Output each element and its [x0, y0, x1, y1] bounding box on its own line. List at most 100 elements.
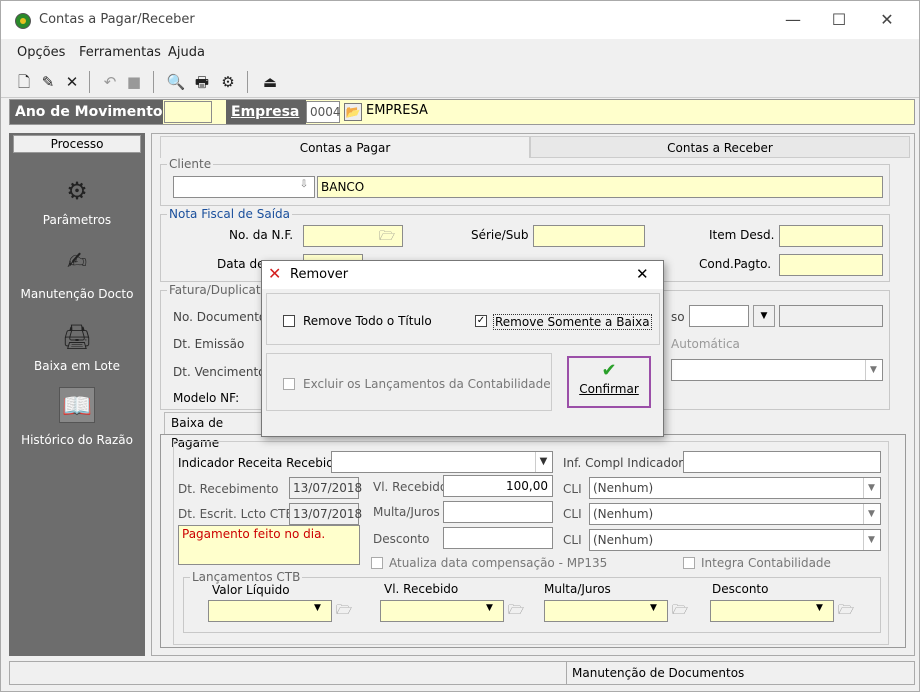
- confirm-button[interactable]: ✔ Confirmar: [567, 356, 651, 408]
- vl-recebido-col-label: Vl. Recebido: [384, 582, 459, 596]
- no-documento-label: No. Documento: [173, 310, 267, 324]
- edit-document-icon[interactable]: ✎: [37, 71, 59, 93]
- excluir-lancamentos-checkbox[interactable]: [283, 378, 295, 390]
- serie-sub-label: Série/Sub: [471, 228, 529, 242]
- chevron-down-icon[interactable]: ▼: [535, 452, 551, 472]
- toolbar-separator: [247, 71, 248, 93]
- multa-juros-input[interactable]: [443, 501, 553, 523]
- sidebar-item-manutencao[interactable]: ✍ Manutenção Docto: [9, 243, 145, 303]
- sidebar-item-label: Manutenção Docto: [20, 287, 134, 301]
- print-preview-icon[interactable]: 🔍: [165, 71, 187, 93]
- menu-bar: Opções Ferramentas Ajuda: [1, 39, 919, 65]
- data-saida-label: Data de: [217, 257, 265, 271]
- remove-baixa-checkbox[interactable]: ✓: [475, 315, 487, 327]
- maximize-button[interactable]: ☐: [819, 7, 859, 33]
- stop-icon[interactable]: ■: [123, 71, 145, 93]
- chevron-down-icon[interactable]: ▼: [816, 603, 823, 613]
- tab-contas-receber[interactable]: Contas a Receber: [530, 136, 910, 158]
- lancamentos-label: Lançamentos CTB: [190, 570, 303, 584]
- ano-movimento-label: Ano de Movimento: [10, 100, 163, 124]
- cli-select-1[interactable]: (Nenhum): [589, 477, 881, 499]
- menu-ferramentas[interactable]: Ferramentas: [79, 45, 161, 60]
- folder-icon[interactable]: 🗁: [672, 601, 688, 623]
- tab-baixa-pagamento[interactable]: Baixa de Pagame: [164, 412, 264, 450]
- folder-icon[interactable]: 🗁: [336, 601, 352, 623]
- dt-escrit-input[interactable]: 13/07/2018: [289, 503, 362, 525]
- remove-todo-checkbox[interactable]: [283, 315, 295, 327]
- close-button[interactable]: ✕: [867, 7, 907, 33]
- sidebar-item-baixa-lote[interactable]: 🖨 Baixa em Lote: [9, 319, 145, 379]
- chevron-down-icon[interactable]: ▼: [863, 478, 879, 498]
- dialog-options-group: Remove Todo o Título ✓ Remove Somente a …: [266, 293, 660, 345]
- observacao-textarea[interactable]: Pagamento feito no dia.: [178, 525, 360, 565]
- chevron-down-icon[interactable]: ▼: [863, 504, 879, 524]
- desconto-input[interactable]: [443, 527, 553, 549]
- cliente-code-select[interactable]: [173, 176, 315, 198]
- cli-select-2[interactable]: (Nenhum): [589, 503, 881, 525]
- print-icon[interactable]: 🖶: [191, 71, 213, 93]
- integra-checkbox[interactable]: [683, 557, 695, 569]
- sidebar-item-historico[interactable]: 📖 Histórico do Razão: [9, 387, 145, 447]
- remove-icon: ✕: [268, 264, 282, 283]
- ano-movimento-input[interactable]: [164, 101, 212, 123]
- confirm-label: Confirmar: [579, 382, 639, 396]
- item-desd-label: Item Desd.: [709, 228, 775, 242]
- dt-recebimento-input[interactable]: 13/07/2018: [289, 477, 362, 499]
- delete-icon[interactable]: ✕: [61, 71, 83, 93]
- fatura-select[interactable]: [689, 305, 749, 327]
- cond-pagto-input[interactable]: [779, 254, 883, 276]
- fatura-readonly-field: [779, 305, 883, 327]
- vl-recebido-input[interactable]: 100,00: [443, 475, 553, 497]
- undo-icon[interactable]: ↶: [99, 71, 121, 93]
- remove-baixa-label: Remove Somente a Baixa: [493, 314, 652, 330]
- remove-dialog: ✕ Remover ✕ Remove Todo o Título ✓ Remov…: [261, 260, 664, 437]
- process-sidebar: Processo ⚙ Parâmetros ✍ Manutenção Docto…: [9, 133, 145, 656]
- empresa-code-input[interactable]: 0004: [306, 101, 341, 123]
- folder-icon[interactable]: 🗁: [508, 601, 524, 623]
- item-desd-input[interactable]: [779, 225, 883, 247]
- indicador-select[interactable]: [331, 451, 553, 473]
- toolbar-separator: [89, 71, 90, 93]
- menu-ajuda[interactable]: Ajuda: [168, 45, 205, 60]
- indicador-label: Indicador Receita Recebida: [178, 456, 342, 470]
- fatura-dropdown[interactable]: [671, 359, 883, 381]
- cli-select-3[interactable]: (Nenhum): [589, 529, 881, 551]
- vl-recebido-label: Vl. Recebido: [373, 480, 448, 494]
- menu-opcoes[interactable]: Opções: [17, 45, 65, 60]
- toolbar-separator: [153, 71, 154, 93]
- chevron-down-icon[interactable]: ⇩: [297, 179, 311, 195]
- chevron-down-icon[interactable]: ▼: [650, 603, 657, 613]
- inf-compl-input[interactable]: [683, 451, 881, 473]
- exit-icon[interactable]: ⏏: [259, 71, 281, 93]
- minimize-button[interactable]: —: [773, 7, 813, 33]
- chevron-down-icon[interactable]: ▼: [865, 360, 881, 380]
- status-divider: [566, 662, 567, 684]
- folder-open-icon[interactable]: 📂: [344, 103, 362, 121]
- folder-icon[interactable]: 🗁: [379, 227, 395, 249]
- status-bar: Manutenção de Documentos: [9, 661, 915, 685]
- new-document-icon[interactable]: 🗋: [13, 71, 35, 93]
- chevron-down-icon[interactable]: ▼: [863, 530, 879, 550]
- sidebar-item-label: Parâmetros: [42, 213, 112, 227]
- title-bar: Contas a Pagar/Receber — ☐ ✕: [1, 1, 919, 39]
- atualiza-checkbox[interactable]: [371, 557, 383, 569]
- chevron-down-icon[interactable]: ▼: [753, 305, 775, 327]
- desconto-label: Desconto: [373, 532, 430, 546]
- sidebar-item-parametros[interactable]: ⚙ Parâmetros: [9, 173, 145, 233]
- baixa-group: Indicador Receita Recebida ▼ Inf. Compl …: [160, 434, 906, 648]
- tab-contas-pagar[interactable]: Contas a Pagar: [160, 136, 530, 158]
- sidebar-item-label: Baixa em Lote: [34, 359, 120, 373]
- dt-recebimento-label: Dt. Recebimento: [178, 482, 279, 496]
- folder-icon[interactable]: 🗁: [838, 601, 854, 623]
- chevron-down-icon[interactable]: ▼: [314, 603, 321, 613]
- serie-sub-input[interactable]: [533, 225, 645, 247]
- parameters-icon: ⚙: [66, 177, 88, 205]
- main-window: Contas a Pagar/Receber — ☐ ✕ Opções Ferr…: [0, 0, 920, 692]
- chevron-down-icon[interactable]: ▼: [486, 603, 493, 613]
- dt-emissao-label: Dt. Emissão: [173, 337, 245, 351]
- dialog-close-button[interactable]: ✕: [636, 265, 649, 283]
- document-maintenance-icon: ✍: [66, 247, 88, 275]
- tools-icon[interactable]: ⚙: [217, 71, 239, 93]
- batch-payment-icon: 🖨: [61, 323, 93, 351]
- modelo-nf-label: Modelo NF:: [173, 391, 240, 405]
